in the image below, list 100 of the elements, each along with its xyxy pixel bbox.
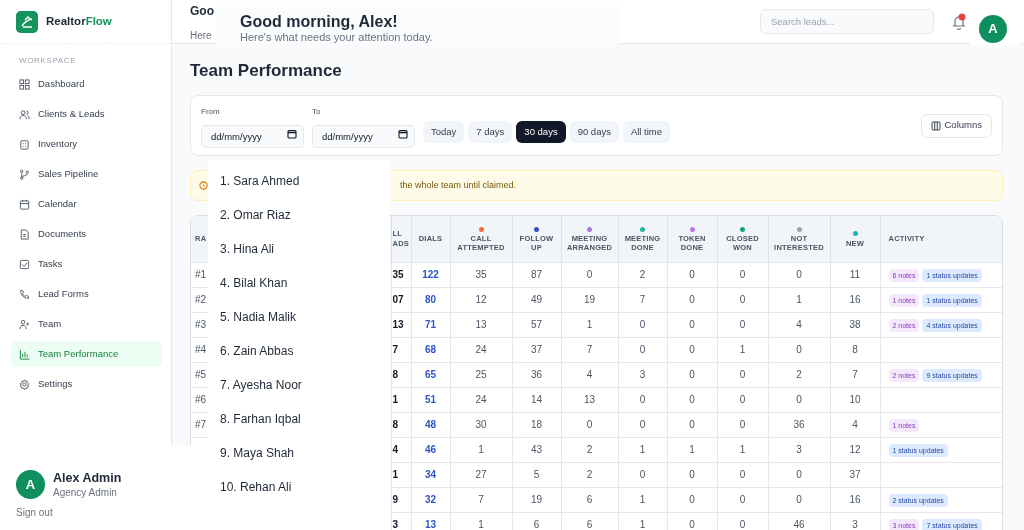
table-cell: 4 — [796, 319, 802, 330]
dials-link[interactable]: 13 — [424, 519, 437, 530]
range-tab[interactable]: 90 days — [569, 121, 619, 143]
table-cell: 0 — [639, 469, 646, 480]
grid-icon — [19, 78, 30, 90]
columns-button[interactable]: Columns — [920, 113, 992, 138]
table-cell: 11 — [849, 269, 861, 280]
sidebar-item[interactable]: Dashboard — [11, 71, 162, 97]
table-cell: 0 — [796, 469, 802, 480]
page-subheading: Here — [190, 29, 212, 41]
greeting-subtitle: Here's what needs your attention today. — [240, 31, 434, 44]
table-cell: 2 — [586, 444, 593, 455]
table-cell: 0 — [739, 419, 746, 430]
dials-link[interactable]: 80 — [424, 294, 437, 305]
sidebar-item[interactable]: Calendar — [11, 191, 162, 217]
table-cell: 0 — [639, 319, 646, 330]
bell-icon[interactable] — [952, 12, 966, 31]
table-cell: 14 — [530, 394, 543, 405]
user-name: Alex Admin — [53, 470, 122, 486]
table-cell: 0 — [739, 369, 746, 380]
dials-link[interactable]: 48 — [424, 419, 437, 430]
rank-text: #5 — [195, 369, 207, 380]
table-cell: 4 — [392, 444, 399, 455]
sidebar-item[interactable]: Lead Forms — [11, 281, 162, 307]
table-cell: 38 — [849, 319, 861, 330]
range-tab[interactable]: 30 days — [516, 121, 566, 143]
table-cell: 0 — [689, 294, 695, 305]
table-cell: 35 — [392, 269, 404, 280]
table-cell: 36 — [793, 419, 805, 430]
sidebar-item[interactable]: Inventory — [11, 131, 162, 157]
table-cell: 07 — [392, 294, 404, 305]
search-field[interactable]: Search leads... — [760, 9, 934, 34]
sign-out-link[interactable]: Sign out — [16, 505, 53, 520]
sidebar-item[interactable]: Team — [11, 311, 162, 337]
list-item: 7. Ayesha Noor — [219, 377, 303, 394]
list-item: 6. Zain Abbas — [219, 343, 295, 360]
sidebar-item[interactable]: Clients & Leads — [11, 101, 162, 127]
dials-link[interactable]: 32 — [424, 494, 437, 505]
table-cell: 6 — [586, 519, 593, 530]
table-cell: 0 — [796, 494, 802, 505]
field-label: To — [312, 105, 322, 118]
table-cell: 27 — [475, 469, 487, 480]
bar-chart-icon — [19, 348, 30, 360]
table-cell: 46 — [793, 519, 805, 530]
table-cell: 0 — [739, 394, 746, 405]
calendar-icon — [19, 198, 30, 210]
sidebar-item[interactable]: Settings — [11, 371, 162, 397]
range-tab[interactable]: All time — [622, 121, 671, 143]
table-cell: 1 — [392, 469, 399, 480]
calendar-icon — [287, 128, 297, 139]
date-field[interactable]: dd/mm/yyyy — [201, 124, 304, 148]
user-role: Agency Admin — [53, 485, 118, 499]
columns-icon — [930, 120, 941, 131]
dials-link[interactable]: 46 — [424, 444, 437, 455]
sidebar-item[interactable]: Documents — [11, 221, 162, 247]
sidebar-item[interactable]: Tasks — [11, 251, 162, 277]
dials-link[interactable]: 71 — [424, 319, 437, 330]
table-cell: 0 — [796, 344, 802, 355]
dials-link[interactable]: 122 — [422, 269, 439, 280]
table-cell: 3 — [639, 369, 646, 380]
table-cell: 37 — [849, 469, 861, 480]
calendar-icon — [398, 128, 408, 139]
table-cell: 0 — [796, 269, 802, 280]
range-tab[interactable]: Today — [423, 121, 465, 143]
rank-text: #1 — [195, 269, 207, 280]
dials-link[interactable]: 34 — [424, 469, 437, 480]
rank-text: #7 — [195, 419, 207, 430]
table-cell: 0 — [739, 519, 746, 530]
dials-link[interactable]: 65 — [424, 369, 437, 380]
rank-text: #2 — [195, 294, 207, 305]
range-tab[interactable]: 7 days — [468, 121, 513, 143]
table-cell: 25 — [475, 369, 487, 380]
dials-link[interactable]: 68 — [424, 344, 437, 355]
branch-icon — [19, 168, 30, 180]
settings-icon — [19, 378, 30, 390]
table-cell: 57 — [530, 319, 543, 330]
table-cell: 1 — [796, 294, 802, 305]
document-icon — [19, 228, 30, 240]
table-cell: 1 — [739, 444, 746, 455]
table-cell: 1 — [739, 344, 746, 355]
table-cell: 0 — [689, 494, 695, 505]
table-cell: 1 — [689, 444, 695, 455]
table-cell: 0 — [639, 344, 646, 355]
table-cell: 4 — [852, 419, 858, 430]
building-icon — [19, 138, 30, 150]
person-add-icon — [19, 318, 30, 330]
table-cell: 10 — [849, 394, 861, 405]
dials-link[interactable]: 51 — [424, 394, 437, 405]
date-field[interactable]: dd/mm/yyyy — [312, 124, 415, 148]
avatar[interactable]: A — [979, 15, 1007, 43]
table-cell: 0 — [739, 494, 746, 505]
sidebar-item[interactable]: Team Performance — [11, 341, 162, 367]
logo-icon — [16, 10, 38, 33]
rank-text: #4 — [195, 344, 207, 355]
clock-icon — [199, 181, 208, 190]
table-cell: 0 — [739, 469, 746, 480]
rank-text: #3 — [195, 319, 207, 330]
sidebar-item[interactable]: Sales Pipeline — [11, 161, 162, 187]
table-cell: 24 — [475, 394, 487, 405]
table-cell: 0 — [689, 344, 695, 355]
